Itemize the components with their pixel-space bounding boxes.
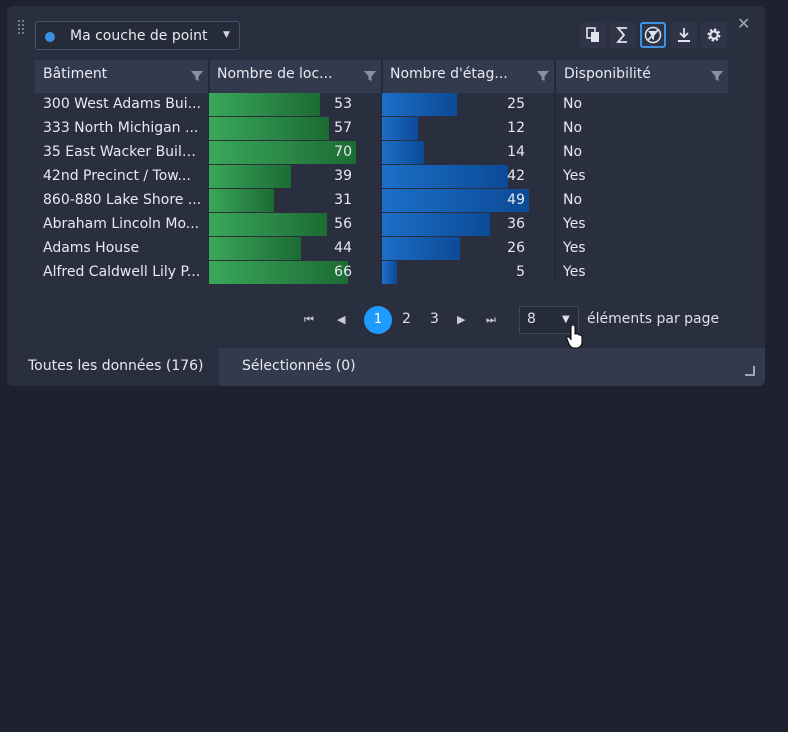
- cell-bar-locataires: [209, 237, 301, 260]
- cell-bar-etages: [382, 117, 418, 140]
- last-page-icon[interactable]: ⏭: [486, 313, 496, 327]
- cell-etages: 26: [507, 240, 525, 256]
- close-button[interactable]: ✕: [737, 14, 750, 33]
- cell-locataires: 57: [334, 120, 352, 136]
- cell-locataires: 31: [334, 192, 352, 208]
- column-header-label: Nombre d'étag...: [390, 66, 508, 82]
- next-page-icon[interactable]: ▶: [457, 313, 465, 326]
- filter-toggle-button[interactable]: [640, 22, 666, 48]
- cell-locataires: 56: [334, 216, 352, 232]
- page-size-label: éléments par page: [587, 311, 720, 327]
- drag-handle[interactable]: [18, 20, 26, 38]
- sum-icon: [616, 27, 627, 43]
- cell-bar-locataires: [209, 189, 274, 212]
- copy-icon: [586, 27, 599, 42]
- cell-bar-etages: [382, 141, 424, 164]
- column-header-label: Disponibilité: [564, 66, 651, 82]
- column-header-label: Nombre de loc...: [217, 66, 333, 82]
- cell-batiment: 300 West Adams Bui...: [43, 96, 201, 112]
- cell-disponibilite: Yes: [563, 240, 586, 256]
- layer-dropdown-label: Ma couche de point: [70, 28, 208, 44]
- cell-locataires: 70: [334, 144, 352, 160]
- resize-handle-icon[interactable]: [745, 366, 755, 376]
- layer-dropdown[interactable]: Ma couche de point ▼: [35, 21, 240, 50]
- cell-bar-etages: [382, 93, 457, 116]
- attribute-table-panel: Ma couche de point ▼ ✕ Bâtiment Nombre d…: [7, 6, 765, 386]
- cell-batiment: Alfred Caldwell Lily P...: [43, 264, 201, 280]
- export-button[interactable]: [671, 22, 697, 48]
- cell-locataires: 39: [334, 168, 352, 184]
- cell-etages: 5: [516, 264, 525, 280]
- page-button[interactable]: 3: [430, 311, 439, 327]
- filter-icon[interactable]: [190, 69, 204, 83]
- cell-etages: 12: [507, 120, 525, 136]
- page-button-current[interactable]: 1: [364, 306, 392, 334]
- cell-etages: 49: [507, 192, 525, 208]
- filter-icon[interactable]: [363, 69, 377, 83]
- cell-disponibilite: Yes: [563, 216, 586, 232]
- cell-batiment: 333 North Michigan ...: [43, 120, 199, 136]
- cell-disponibilite: No: [563, 96, 583, 112]
- cell-etages: 14: [507, 144, 525, 160]
- cell-disponibilite: No: [563, 120, 583, 136]
- chevron-down-icon: ▼: [223, 30, 230, 40]
- cell-etages: 25: [507, 96, 525, 112]
- copy-button[interactable]: [580, 22, 606, 48]
- column-header-label: Bâtiment: [43, 66, 108, 82]
- filter-off-icon: [644, 26, 662, 44]
- tab-selected[interactable]: Sélectionnés (0): [242, 358, 356, 374]
- download-icon: [678, 28, 690, 42]
- cell-batiment: Abraham Lincoln Mo...: [43, 216, 200, 232]
- cell-disponibilite: No: [563, 144, 583, 160]
- page-button[interactable]: 2: [402, 311, 411, 327]
- cell-locataires: 66: [334, 264, 352, 280]
- chevron-down-icon: ▼: [562, 314, 570, 325]
- cell-bar-etages: [382, 237, 460, 260]
- hand-cursor-icon: [566, 325, 583, 349]
- cell-batiment: Adams House: [43, 240, 140, 256]
- cell-bar-etages: [382, 261, 397, 284]
- cell-etages: 42: [507, 168, 525, 184]
- cell-disponibilite: Yes: [563, 264, 586, 280]
- tab-all-data-label: Toutes les données (176): [28, 358, 204, 374]
- first-page-icon[interactable]: ⏮: [304, 313, 314, 327]
- layer-color-dot: [45, 32, 55, 42]
- settings-button[interactable]: [701, 22, 727, 48]
- cell-disponibilite: Yes: [563, 168, 586, 184]
- cell-locataires: 44: [334, 240, 352, 256]
- page-size-value: 8: [527, 311, 536, 327]
- cell-disponibilite: No: [563, 192, 583, 208]
- filter-icon[interactable]: [536, 69, 550, 83]
- cell-batiment: 42nd Precinct / Tow...: [43, 168, 191, 184]
- cell-bar-locataires: [209, 165, 291, 188]
- column-divider[interactable]: [554, 60, 556, 281]
- cell-bar-etages: [382, 213, 490, 236]
- cell-locataires: 53: [334, 96, 352, 112]
- prev-page-icon[interactable]: ◀: [337, 313, 345, 326]
- filter-icon[interactable]: [710, 69, 724, 83]
- gear-icon: [707, 28, 721, 42]
- cell-batiment: 860-880 Lake Shore ...: [43, 192, 202, 208]
- statistics-button[interactable]: [610, 22, 636, 48]
- cell-etages: 36: [507, 216, 525, 232]
- cell-batiment: 35 East Wacker Build...: [43, 144, 203, 160]
